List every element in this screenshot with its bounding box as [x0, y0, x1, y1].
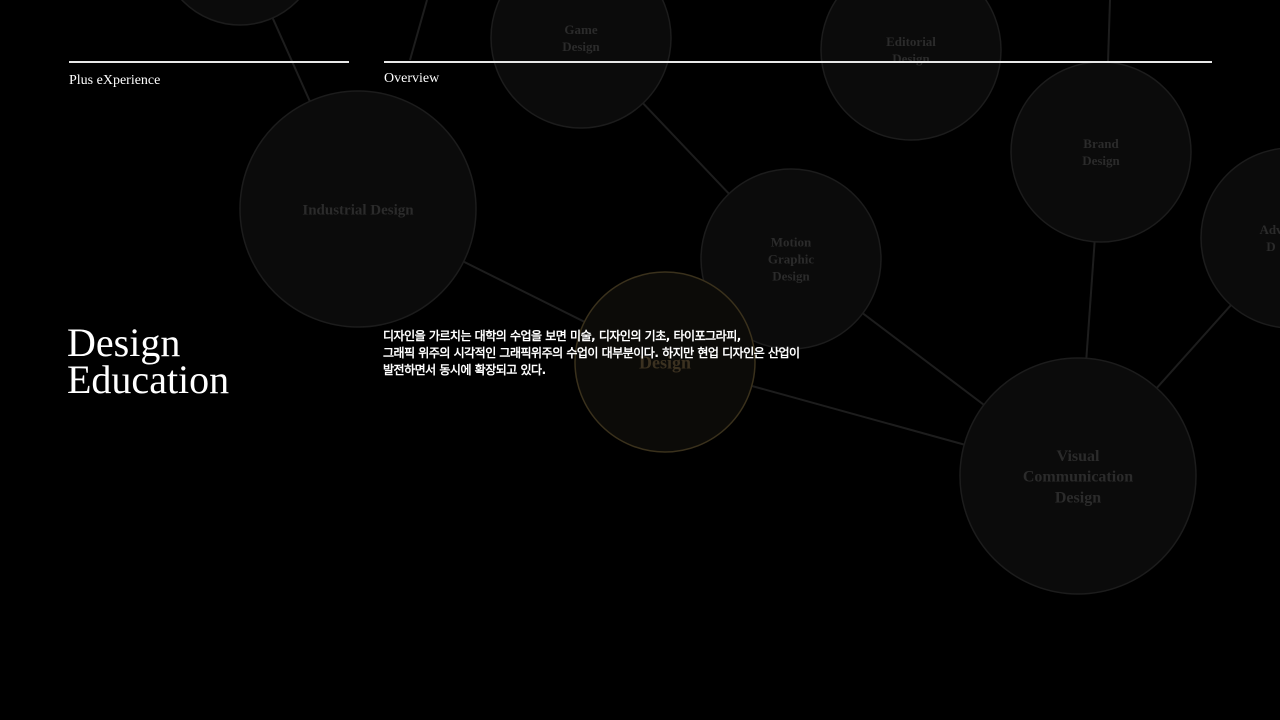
network-node-label: Graphic — [768, 252, 814, 267]
network-node-label: Design — [1055, 489, 1101, 506]
network-node-label: Design — [562, 39, 600, 54]
network-node-game: Game Design — [490, 0, 672, 129]
network-node-visual: Visual Communication Design — [959, 357, 1197, 595]
page-title: Design Education — [67, 320, 230, 402]
network-node-brand: Brand Design — [1010, 61, 1192, 243]
description-line-1: 디자인을 가르치는 대학의 수업을 보면 미술, 디자인의 기초, 타이포그라피… — [383, 329, 741, 343]
network-node-label: Communication — [1023, 469, 1133, 486]
network-node-label: Motion — [771, 235, 812, 250]
network-edge-offscreen-1 — [1107, 0, 1111, 63]
network-node-label: Editorial — [886, 34, 936, 49]
network-node-label: Brand — [1083, 136, 1119, 151]
network-node-label: Design — [772, 268, 810, 283]
network-node-editorial: Editorial Design — [820, 0, 1002, 141]
description-line-2: 그래픽 위주의 시각적인 그래픽위주의 수업이 대부분이다. 하지만 현업 디자… — [383, 346, 800, 360]
network-node-label: Visual — [1057, 448, 1101, 465]
network-node-label: D — [1266, 239, 1275, 254]
network-node-label: Design — [1082, 153, 1120, 168]
overview-label: Overview — [384, 71, 440, 86]
network-node-label: Game — [564, 22, 597, 37]
network-node-industrial: Industrial Design — [239, 90, 477, 328]
plus-experience-label: Plus eXperience — [69, 73, 161, 88]
overview-description: 디자인을 가르치는 대학의 수업을 보면 미술, 디자인의 기초, 타이포그라피… — [383, 328, 853, 379]
network-node-label: Adv — [1259, 222, 1280, 237]
network-node-top-left — [180, 0, 300, 26]
network-node-circle — [820, 0, 1002, 141]
network-node-circle — [1010, 61, 1192, 243]
page-title-line-2: Education — [67, 357, 230, 402]
network-edge-offscreen-0 — [409, 0, 428, 61]
right-header-rule — [384, 61, 1212, 63]
network-node-circle — [490, 0, 672, 129]
network-node-advertising: Adv D — [1200, 147, 1280, 329]
left-header-rule — [69, 61, 349, 63]
description-line-3: 발전하면서 동시에 확장되고 있다. — [383, 363, 546, 377]
network-node-circle — [180, 0, 300, 26]
network-node-label: Design — [892, 51, 930, 66]
network-nodes: Game Design Editorial Design Brand Design Adv D… — [180, 0, 1280, 595]
network-node-label: Industrial Design — [302, 202, 414, 218]
page-title-line-1: Design — [67, 320, 181, 365]
network-node-circle — [1200, 147, 1280, 329]
